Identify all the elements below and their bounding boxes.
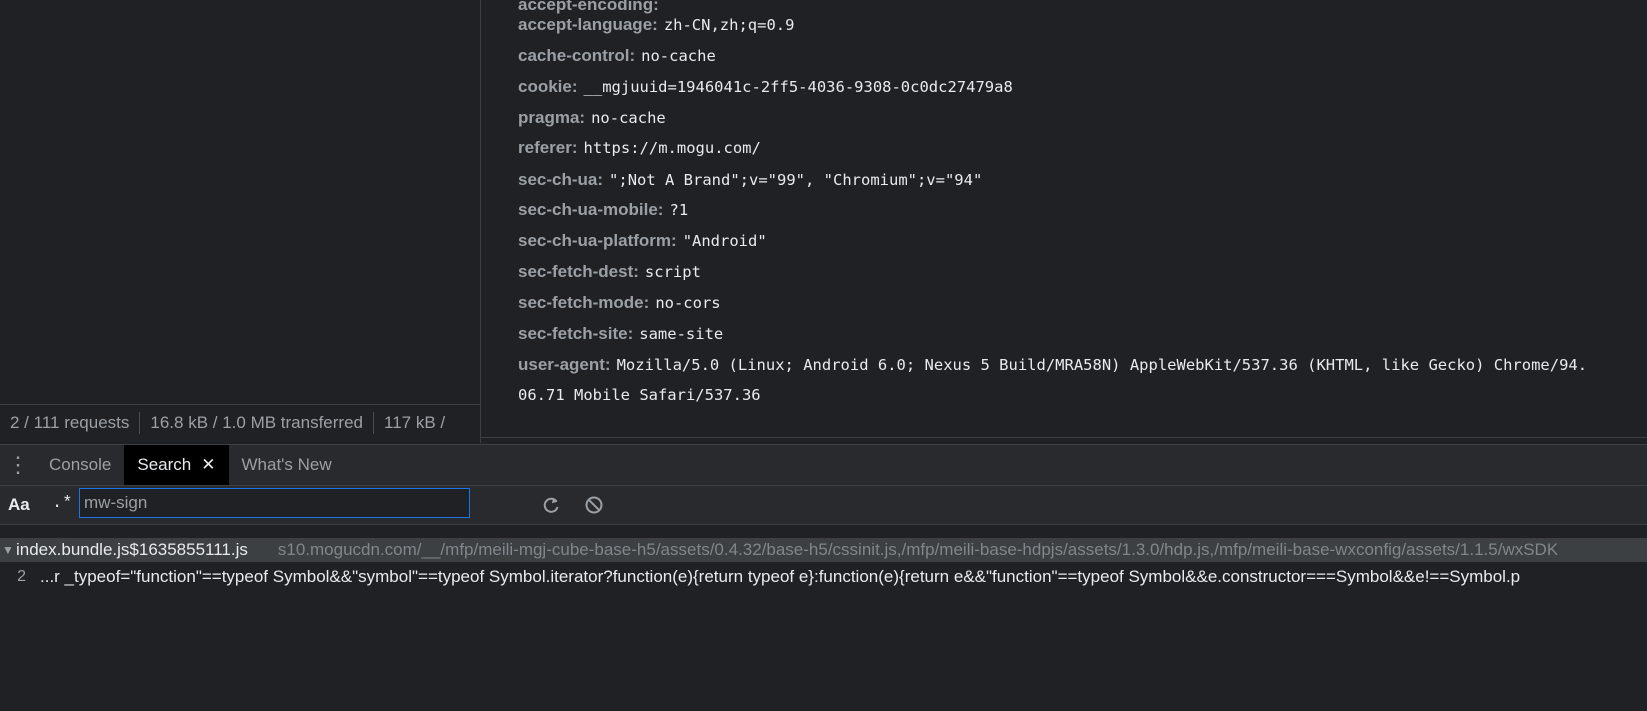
header-row: cache-control: no-cache <box>518 45 716 67</box>
header-name: referer: <box>518 138 578 157</box>
header-value-continued: 06.71 Mobile Safari/537.36 <box>518 386 761 404</box>
header-name-partial: accept-encoding: <box>518 0 659 14</box>
header-name: sec-fetch-site: <box>518 324 634 343</box>
header-row: sec-ch-ua-mobile: ?1 <box>518 199 688 221</box>
drawer-menu-icon[interactable]: ⋮ <box>0 445 36 485</box>
requests-pane: 2 / 111 requests 16.8 kB / 1.0 MB transf… <box>0 0 480 443</box>
tab-console[interactable]: Console <box>36 445 124 485</box>
tab-search[interactable]: Search ✕ <box>124 445 229 485</box>
tab-label: What's New <box>241 455 332 474</box>
header-row: sec-ch-ua-platform: "Android" <box>518 230 767 252</box>
header-name: cookie: <box>518 77 578 96</box>
line-number: 2 <box>17 568 26 585</box>
header-value: script <box>644 263 701 281</box>
search-toolbar: Aa .* <box>0 486 1647 525</box>
tab-label: Console <box>49 455 112 474</box>
header-row: sec-ch-ua: ";Not A Brand";v="99", "Chromi… <box>518 169 982 191</box>
network-panel: 2 / 111 requests 16.8 kB / 1.0 MB transf… <box>0 0 1647 443</box>
header-row: cookie: __mgjuuid=1946041c-2ff5-4036-9308… <box>518 76 1013 98</box>
result-match-line[interactable]: 2 ...r _typeof="function"==typeof Symbol… <box>0 565 1647 589</box>
result-file-name: index.bundle.js$1635855111.js <box>16 540 248 559</box>
header-value: no-cache <box>591 109 666 127</box>
header-row: referer: https://m.mogu.com/ <box>518 137 761 159</box>
tab-label: Search <box>137 455 192 474</box>
header-value: __mgjuuid=1946041c-2ff5-4036-9308-0c0dc2… <box>583 78 1013 96</box>
match-text: ...r _typeof="function"==typeof Symbol&&… <box>40 567 1521 586</box>
header-value: "Android" <box>682 232 767 250</box>
close-icon[interactable]: ✕ <box>201 455 215 475</box>
header-value: no-cors <box>655 294 721 312</box>
requests-count: 2 / 111 requests <box>10 413 130 432</box>
header-name: sec-fetch-mode: <box>518 293 650 312</box>
divider <box>481 437 1647 438</box>
header-value: ";Not A Brand";v="99", "Chromium";v="94" <box>609 171 983 189</box>
header-value: zh-CN,zh;q=0.9 <box>663 16 795 34</box>
header-row: sec-fetch-dest: script <box>518 261 701 283</box>
header-row: sec-fetch-site: same-site <box>518 323 723 345</box>
header-name: sec-fetch-dest: <box>518 262 639 281</box>
transferred-size: 16.8 kB / 1.0 MB transferred <box>150 413 363 432</box>
header-name: cache-control: <box>518 46 636 65</box>
drawer-tabbar: ⋮ Console Search ✕ What's New <box>0 444 1647 486</box>
resources-size: 117 kB / <box>384 413 446 432</box>
header-row-continuation: 06.71 Mobile Safari/537.36 <box>518 384 761 406</box>
header-value: https://m.mogu.com/ <box>583 139 761 157</box>
tab-whats-new[interactable]: What's New <box>229 445 345 485</box>
header-row: sec-fetch-mode: no-cors <box>518 292 721 314</box>
header-name: pragma: <box>518 108 586 127</box>
result-file-header[interactable]: ▼ index.bundle.js$1635855111.js s10.mogu… <box>0 538 1647 562</box>
header-value: same-site <box>639 325 724 343</box>
header-name: sec-ch-ua-platform: <box>518 231 677 250</box>
header-value: ?1 <box>669 201 689 219</box>
header-row: pragma: no-cache <box>518 107 666 129</box>
match-case-button[interactable]: Aa <box>8 495 30 515</box>
header-row: user-agent: Mozilla/5.0 (Linux; Android 6… <box>518 354 1587 376</box>
search-input[interactable] <box>79 488 470 518</box>
network-status-bar: 2 / 111 requests 16.8 kB / 1.0 MB transf… <box>0 404 480 441</box>
header-name: sec-ch-ua: <box>518 170 604 189</box>
request-headers-pane: accept-encoding: accept-language: zh-CN,z… <box>481 0 1647 438</box>
expand-triangle-icon[interactable]: ▼ <box>0 543 16 557</box>
header-row: accept-language: zh-CN,zh;q=0.9 <box>518 14 794 36</box>
header-name: sec-ch-ua-mobile: <box>518 200 664 219</box>
refresh-icon[interactable] <box>539 493 563 517</box>
result-file-path: s10.mogucdn.com/__/mfp/meili-mgj-cube-ba… <box>277 540 1559 559</box>
header-value: no-cache <box>641 47 716 65</box>
search-results: ▼ index.bundle.js$1635855111.js s10.mogu… <box>0 525 1647 711</box>
clear-icon[interactable] <box>582 493 606 517</box>
header-name: accept-language: <box>518 15 658 34</box>
header-name: user-agent: <box>518 355 611 374</box>
header-value: Mozilla/5.0 (Linux; Android 6.0; Nexus 5… <box>616 356 1588 374</box>
regex-button[interactable]: .* <box>52 494 72 513</box>
